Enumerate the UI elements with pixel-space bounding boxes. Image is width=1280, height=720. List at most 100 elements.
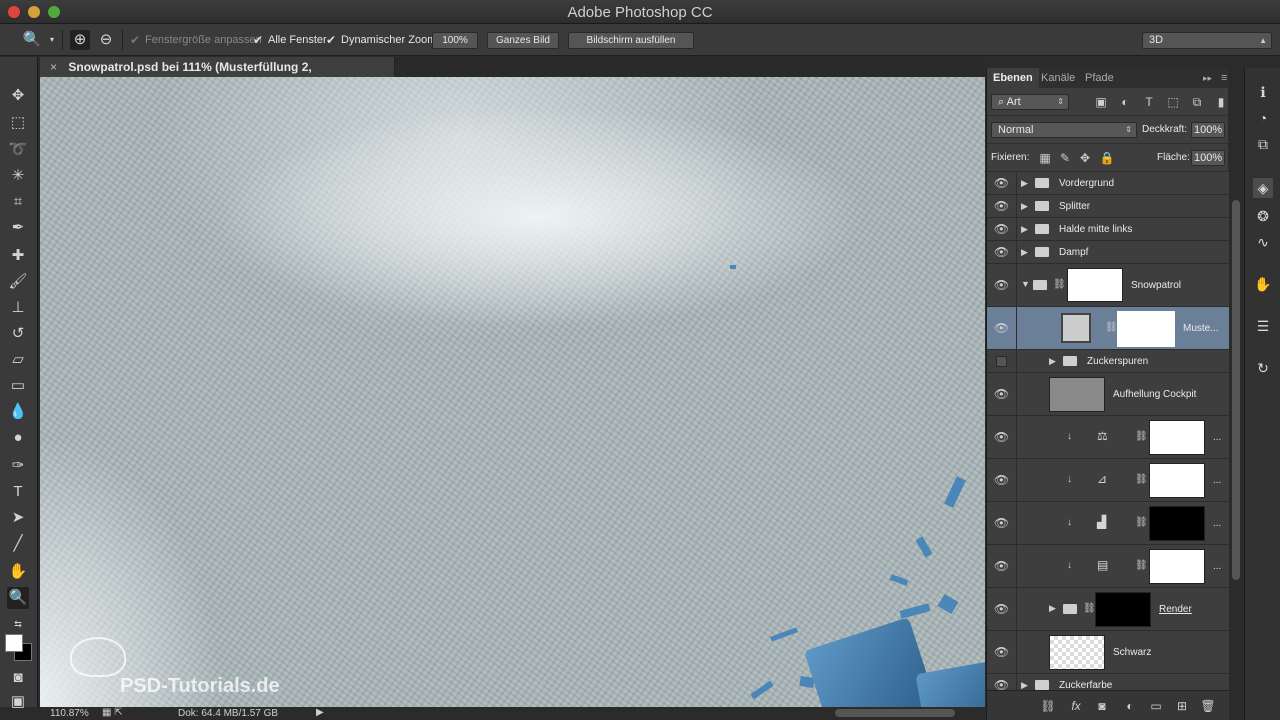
expand-triangle-icon[interactable]: ▶ — [1021, 201, 1028, 212]
layer-row-selected[interactable]: 👁 ⛓ Muste... — [987, 307, 1229, 350]
layer-row[interactable]: 👁 ↓ ▤ ⛓ ... — [987, 545, 1229, 588]
foreground-color-swatch[interactable] — [5, 634, 23, 652]
visibility-eye-icon[interactable]: 👁 — [987, 264, 1017, 306]
eyedropper-tool-icon[interactable]: ✒ — [7, 217, 29, 239]
zoom-level[interactable]: 110.87% — [50, 708, 89, 719]
hand-tool-icon[interactable]: ✋ — [7, 561, 29, 583]
layer-row[interactable]: 👁 ▶ Vordergrund — [987, 172, 1229, 195]
chevron-down-icon[interactable]: ▾ — [42, 30, 62, 50]
panel-menu-icon[interactable]: ≡ — [1215, 68, 1233, 88]
fill-field[interactable]: 100% — [1191, 150, 1225, 166]
workspace-select[interactable]: 3D ▲ — [1142, 32, 1272, 49]
document-canvas[interactable]: PSD-Tutorials.de — [40, 77, 985, 707]
opacity-field[interactable]: 100% — [1191, 122, 1225, 138]
resize-windows-checkbox[interactable]: ✔ Fenstergröße anpassen — [130, 32, 262, 48]
lock-position-icon[interactable]: ✥ — [1077, 150, 1093, 166]
history-icon[interactable]: ↻ — [1253, 358, 1273, 378]
layer-mask-thumbnail[interactable] — [1149, 549, 1205, 584]
color-balance-icon[interactable]: ⚖ — [1097, 429, 1108, 443]
collapse-triangle-icon[interactable]: ▼ — [1021, 279, 1030, 289]
tab-paths[interactable]: Pfade — [1079, 68, 1120, 88]
link-icon[interactable]: ⛓ — [1105, 322, 1118, 333]
gradient-map-icon[interactable]: ▤ — [1097, 558, 1108, 572]
visibility-eye-icon[interactable]: 👁 — [987, 416, 1017, 458]
new-layer-icon[interactable]: ⊞ — [1173, 698, 1191, 714]
blend-mode-select[interactable]: Normal ⇕ — [991, 122, 1137, 138]
expand-triangle-icon[interactable]: ▶ — [1021, 178, 1028, 189]
layer-mask-thumbnail[interactable] — [1149, 463, 1205, 498]
filter-pixel-icon[interactable]: ▣ — [1093, 94, 1109, 110]
blur-tool-icon[interactable]: 💧 — [7, 401, 29, 423]
new-adjustment-layer-icon[interactable]: ◐ — [1121, 698, 1139, 714]
visibility-eye-icon[interactable]: 👁 — [987, 459, 1017, 501]
layer-row[interactable]: 👁 ↓ ▟ ⛓ ... — [987, 502, 1229, 545]
dynamic-zoom-checkbox[interactable]: ✔ Dynamischer Zoom — [326, 32, 436, 48]
screen-mode-icon[interactable]: ▣ — [7, 691, 29, 713]
expand-triangle-icon[interactable]: ▶ — [1021, 247, 1028, 258]
link-icon[interactable]: ⛓ — [1135, 517, 1148, 528]
filter-shape-icon[interactable]: ⬚ — [1165, 94, 1181, 110]
zoom-100-button[interactable]: 100% — [432, 32, 478, 49]
visibility-eye-icon[interactable]: 👁 — [987, 195, 1017, 217]
layer-row[interactable]: 👁 ▶ Halde mitte links — [987, 218, 1229, 241]
new-group-icon[interactable]: ▭ — [1147, 698, 1165, 714]
layer-mask-thumbnail[interactable] — [1149, 420, 1205, 455]
tab-channels[interactable]: Kanäle — [1035, 68, 1081, 88]
visibility-eye-icon[interactable]: 👁 — [987, 588, 1017, 630]
visibility-eye-icon[interactable]: 👁 — [987, 241, 1017, 263]
visibility-eye-icon[interactable]: 👁 — [987, 172, 1017, 194]
mask-thumbnail[interactable] — [1067, 268, 1123, 302]
curves-icon[interactable]: ⊿ — [1097, 472, 1107, 486]
all-windows-checkbox[interactable]: ✔ Alle Fenster — [253, 32, 327, 48]
layer-row[interactable]: 👁 ▶ ⛓ Render — [987, 588, 1229, 631]
filter-toggle-icon[interactable]: ▮ — [1213, 94, 1229, 110]
pen-tool-icon[interactable]: ✑ — [7, 455, 29, 477]
layer-mask-thumbnail[interactable] — [1149, 506, 1205, 541]
levels-icon[interactable]: ▟ — [1097, 515, 1106, 529]
zoom-tool-icon[interactable]: 🔍 — [7, 587, 29, 609]
adjustments-icon[interactable]: ☰ — [1253, 316, 1273, 336]
paths-icon[interactable]: ∿ — [1253, 232, 1273, 252]
link-icon[interactable]: ⛓ — [1053, 279, 1066, 290]
eraser-tool-icon[interactable]: ▱ — [7, 349, 29, 371]
line-tool-icon[interactable]: ╱ — [7, 533, 29, 555]
dodge-tool-icon[interactable]: ● — [7, 427, 29, 449]
visibility-eye-icon[interactable]: 👁 — [987, 545, 1017, 587]
zoom-tool-preset-icon[interactable]: 🔍 — [22, 30, 42, 50]
add-mask-icon[interactable]: ◙ — [1093, 698, 1111, 714]
swap-colors-icon[interactable]: ⇆ — [7, 613, 29, 635]
expand-triangle-icon[interactable]: ▶ — [1049, 356, 1056, 367]
expand-triangle-icon[interactable]: ▶ — [1021, 224, 1028, 235]
visibility-eye-icon[interactable]: 👁 — [987, 631, 1017, 673]
histogram-icon[interactable]: ⧉ — [1253, 134, 1273, 154]
layer-mask-thumbnail[interactable] — [1095, 592, 1151, 627]
filter-kind-select[interactable]: ⌕ Art ⇕ — [991, 94, 1069, 110]
layer-row[interactable]: 👁 ↓ ⚖ ⛓ ... — [987, 416, 1229, 459]
layer-row[interactable]: 👁 ▶ Splitter — [987, 195, 1229, 218]
gradient-tool-icon[interactable]: ▭ — [7, 375, 29, 397]
expand-triangle-icon[interactable]: ▶ — [1049, 603, 1056, 614]
tool-presets-icon[interactable]: ✋ — [1253, 274, 1273, 294]
layer-thumbnail[interactable] — [1049, 377, 1105, 412]
layer-row[interactable]: 👁 ↓ ⊿ ⛓ ... — [987, 459, 1229, 502]
link-layers-icon[interactable]: ⛓ — [1039, 698, 1057, 714]
clone-stamp-tool-icon[interactable]: ⊥ — [7, 297, 29, 319]
filter-adjustment-icon[interactable]: ◐ — [1117, 94, 1133, 110]
horizontal-scrollbar[interactable] — [835, 709, 955, 717]
layer-row[interactable]: 👁 Schwarz — [987, 631, 1229, 674]
navigator-icon[interactable]: ◔ — [1253, 108, 1273, 128]
lock-all-icon[interactable]: 🔒 — [1099, 150, 1115, 166]
link-icon[interactable]: ⛓ — [1135, 474, 1148, 485]
document-tab[interactable]: × Snowpatrol.psd bei 111% (Musterfüllung… — [40, 57, 395, 94]
status-menu-arrow-icon[interactable]: ▶ — [316, 707, 324, 718]
lock-paint-icon[interactable]: ✎ — [1057, 150, 1073, 166]
move-tool-icon[interactable]: ✥ — [7, 85, 29, 107]
visibility-eye-icon[interactable]: 👁 — [987, 502, 1017, 544]
visibility-eye-icon[interactable]: 👁 — [987, 218, 1017, 240]
visibility-toggle[interactable] — [987, 350, 1017, 372]
type-tool-icon[interactable]: T — [7, 481, 29, 503]
quick-mask-icon[interactable]: ◙ — [7, 667, 29, 689]
channels-icon[interactable]: ❂ — [1253, 206, 1273, 226]
lock-transparent-icon[interactable]: ▦ — [1037, 150, 1053, 166]
fill-screen-button[interactable]: Bildschirm ausfüllen — [568, 32, 694, 49]
